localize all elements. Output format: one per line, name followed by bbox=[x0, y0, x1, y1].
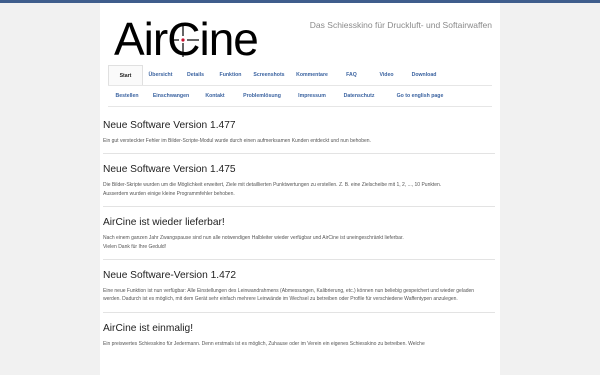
main-navigation: Start Übersicht Details Funktion Screens… bbox=[108, 65, 492, 107]
nav-item-download[interactable]: Download bbox=[404, 65, 444, 85]
post-title[interactable]: AirCine ist wieder lieferbar! bbox=[103, 217, 495, 229]
nav-item-uebersicht[interactable]: Übersicht bbox=[143, 65, 178, 85]
news-post: Neue Software-Version 1.472 Eine neue Fu… bbox=[103, 260, 495, 313]
news-post: Neue Software Version 1.477 Ein gut vers… bbox=[103, 112, 495, 155]
post-text: Ein gut versteckter Fehler im Bilder-Scr… bbox=[103, 138, 371, 144]
logo-reticle-letter: C bbox=[167, 12, 200, 66]
nav-item-screenshots[interactable]: Screenshots bbox=[248, 65, 290, 85]
post-title[interactable]: Neue Software Version 1.475 bbox=[103, 164, 495, 176]
nav-item-kommentare[interactable]: Kommentare bbox=[290, 65, 334, 85]
nav-item-video[interactable]: Video bbox=[369, 65, 404, 85]
nav-row-primary: Start Übersicht Details Funktion Screens… bbox=[108, 65, 492, 86]
nav-item-faq[interactable]: FAQ bbox=[334, 65, 369, 85]
nav-item-problemloesung[interactable]: Problemlösung bbox=[234, 86, 290, 106]
post-text: Vielen Dank für Ihre Geduld! bbox=[103, 243, 167, 250]
news-post: AirCine ist einmalig! Ein preiswertes Sc… bbox=[103, 313, 495, 356]
post-text: Nach einem ganzen Jahr Zwangspause sind … bbox=[103, 235, 404, 242]
news-content: Neue Software Version 1.477 Ein gut vers… bbox=[103, 112, 495, 356]
post-body: Eine neue Funktion ist nun verfügbar: Al… bbox=[103, 287, 495, 304]
post-text: Die Bilder-Skripte wurden um die Möglich… bbox=[103, 182, 442, 189]
nav-item-english-page[interactable]: Go to english page bbox=[384, 86, 456, 106]
site-logo[interactable]: AirC ine bbox=[114, 12, 259, 66]
news-post: Neue Software Version 1.475 Die Bilder-S… bbox=[103, 154, 495, 208]
nav-item-details[interactable]: Details bbox=[178, 65, 213, 85]
crosshair-icon bbox=[172, 24, 200, 57]
site-tagline: Das Schiesskino für Druckluft- und Softa… bbox=[309, 20, 492, 30]
logo-text-prefix: Air bbox=[114, 13, 168, 65]
nav-item-start[interactable]: Start bbox=[108, 65, 143, 85]
logo-text-suffix: ine bbox=[199, 13, 258, 65]
post-title[interactable]: AirCine ist einmalig! bbox=[103, 323, 495, 335]
post-body: Ein preiswertes Schiesskino für Jederman… bbox=[103, 340, 495, 348]
nav-item-datenschutz[interactable]: Datenschutz bbox=[334, 86, 384, 106]
post-text: Eine neue Funktion ist nun verfügbar: Al… bbox=[103, 288, 475, 303]
post-body: Nach einem ganzen Jahr Zwangspause sind … bbox=[103, 234, 495, 251]
post-text: Ausserdem wurden einige kleine Programmf… bbox=[103, 190, 235, 197]
nav-item-bestellen[interactable]: Bestellen bbox=[108, 86, 146, 106]
post-body: Die Bilder-Skripte wurden um die Möglich… bbox=[103, 181, 495, 198]
nav-item-einschwangen[interactable]: Einschwangen bbox=[146, 86, 196, 106]
nav-row-secondary: Bestellen Einschwangen Kontakt Problemlö… bbox=[108, 86, 492, 107]
post-title[interactable]: Neue Software-Version 1.472 bbox=[103, 270, 495, 282]
news-post: AirCine ist wieder lieferbar! Nach einem… bbox=[103, 207, 495, 261]
nav-item-funktion[interactable]: Funktion bbox=[213, 65, 248, 85]
post-text: Ein preiswertes Schiesskino für Jederman… bbox=[103, 340, 425, 347]
nav-item-kontakt[interactable]: Kontakt bbox=[196, 86, 234, 106]
post-title[interactable]: Neue Software Version 1.477 bbox=[103, 120, 495, 132]
nav-item-impressum[interactable]: Impressum bbox=[290, 86, 334, 106]
page-container: AirC ine Das Schiesskino für Druckluft- u… bbox=[100, 3, 500, 375]
site-header: AirC ine Das Schiesskino für Druckluft- u… bbox=[100, 3, 500, 65]
post-body: Ein gut versteckter Fehler im Bilder-Scr… bbox=[103, 137, 495, 145]
